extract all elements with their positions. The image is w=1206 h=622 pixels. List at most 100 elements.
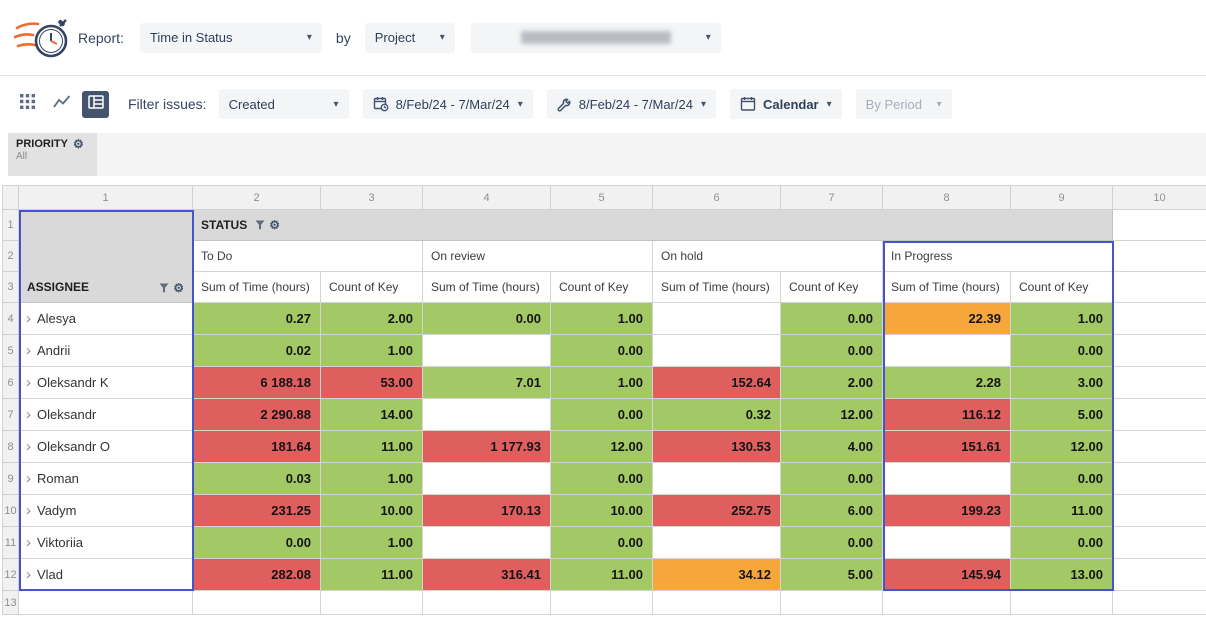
status-header[interactable]: STATUS⚙ <box>193 210 1113 241</box>
data-cell[interactable]: 2.00 <box>321 303 423 335</box>
data-cell[interactable] <box>883 335 1011 367</box>
data-cell[interactable] <box>423 335 551 367</box>
status-group-3[interactable]: On hold <box>653 241 883 272</box>
data-cell[interactable]: 0.03 <box>193 463 321 495</box>
data-cell[interactable]: 11.00 <box>321 431 423 463</box>
data-cell[interactable]: 3.00 <box>1011 367 1113 399</box>
data-cell[interactable]: 181.64 <box>193 431 321 463</box>
assignee-name[interactable]: ›Viktoriia <box>19 527 193 559</box>
data-cell[interactable]: 0.32 <box>653 399 781 431</box>
gear-icon[interactable]: ⚙ <box>269 219 280 231</box>
data-cell[interactable]: 0.00 <box>1011 527 1113 559</box>
empty-cell[interactable] <box>19 591 193 615</box>
priority-filter[interactable]: PRIORITY ⚙ All <box>8 133 97 176</box>
data-cell[interactable]: 12.00 <box>1011 431 1113 463</box>
data-cell[interactable]: 1.00 <box>551 303 653 335</box>
row-number-6[interactable]: 6 <box>3 367 19 399</box>
assignee-name[interactable]: ›Oleksandr O <box>19 431 193 463</box>
data-cell[interactable]: 2.00 <box>781 367 883 399</box>
assignee-name[interactable]: ›Andrii <box>19 335 193 367</box>
data-cell[interactable]: 151.61 <box>883 431 1011 463</box>
row-number-7[interactable]: 7 <box>3 399 19 431</box>
column-number-6[interactable]: 6 <box>653 186 781 210</box>
expand-icon[interactable]: › <box>26 535 31 550</box>
data-cell[interactable] <box>423 399 551 431</box>
data-cell[interactable]: 5.00 <box>1011 399 1113 431</box>
row-number-13[interactable]: 13 <box>3 591 19 615</box>
expand-icon[interactable]: › <box>26 567 31 582</box>
data-cell[interactable]: 1.00 <box>551 367 653 399</box>
data-cell[interactable]: 22.39 <box>883 303 1011 335</box>
data-cell[interactable]: 7.01 <box>423 367 551 399</box>
data-cell[interactable] <box>423 463 551 495</box>
data-cell[interactable]: 13.00 <box>1011 559 1113 591</box>
data-cell[interactable]: 116.12 <box>883 399 1011 431</box>
data-cell[interactable]: 34.12 <box>653 559 781 591</box>
status-group-2[interactable]: On review <box>423 241 653 272</box>
data-cell[interactable]: 316.41 <box>423 559 551 591</box>
empty-cell[interactable] <box>1113 591 1206 615</box>
data-cell[interactable]: 5.00 <box>781 559 883 591</box>
empty-cell[interactable] <box>781 591 883 615</box>
empty-cell[interactable] <box>1113 210 1206 241</box>
gear-icon[interactable]: ⚙ <box>73 138 84 150</box>
created-date-range-select[interactable]: 8/Feb/24 - 7/Mar/24 ▾ <box>363 89 533 119</box>
row-number-2[interactable]: 2 <box>3 241 19 272</box>
empty-cell[interactable] <box>653 591 781 615</box>
data-cell[interactable]: 0.00 <box>551 527 653 559</box>
column-number-4[interactable]: 4 <box>423 186 551 210</box>
data-cell[interactable]: 6 188.18 <box>193 367 321 399</box>
data-cell[interactable]: 0.00 <box>551 335 653 367</box>
data-cell[interactable] <box>653 463 781 495</box>
data-cell[interactable]: 282.08 <box>193 559 321 591</box>
empty-cell[interactable] <box>1113 527 1206 559</box>
data-cell[interactable] <box>883 463 1011 495</box>
data-cell[interactable]: 0.02 <box>193 335 321 367</box>
data-cell[interactable]: 11.00 <box>551 559 653 591</box>
data-cell[interactable]: 0.27 <box>193 303 321 335</box>
data-cell[interactable]: 10.00 <box>551 495 653 527</box>
data-cell[interactable]: 0.00 <box>781 335 883 367</box>
column-number-5[interactable]: 5 <box>551 186 653 210</box>
data-cell[interactable] <box>653 335 781 367</box>
empty-cell[interactable] <box>1113 399 1206 431</box>
status-group-1[interactable]: To Do <box>193 241 423 272</box>
data-cell[interactable]: 1.00 <box>321 335 423 367</box>
row-number-4[interactable]: 4 <box>3 303 19 335</box>
data-cell[interactable]: 0.00 <box>781 463 883 495</box>
measure-sum-label[interactable]: Sum of Time (hours) <box>883 272 1011 303</box>
measure-sum-label[interactable]: Sum of Time (hours) <box>423 272 551 303</box>
row-number-11[interactable]: 11 <box>3 527 19 559</box>
empty-cell[interactable] <box>1011 591 1113 615</box>
column-number-1[interactable]: 1 <box>19 186 193 210</box>
column-number-7[interactable]: 7 <box>781 186 883 210</box>
data-cell[interactable]: 1 177.93 <box>423 431 551 463</box>
column-number-8[interactable]: 8 <box>883 186 1011 210</box>
data-cell[interactable]: 1.00 <box>1011 303 1113 335</box>
empty-cell[interactable] <box>1113 335 1206 367</box>
measure-count-label[interactable]: Count of Key <box>551 272 653 303</box>
data-cell[interactable]: 1.00 <box>321 463 423 495</box>
empty-cell[interactable] <box>1113 431 1206 463</box>
expand-icon[interactable]: › <box>26 503 31 518</box>
data-cell[interactable]: 0.00 <box>193 527 321 559</box>
row-number-1[interactable]: 1 <box>3 210 19 241</box>
gear-icon[interactable]: ⚙ <box>173 282 184 294</box>
data-cell[interactable]: 199.23 <box>883 495 1011 527</box>
column-number-9[interactable]: 9 <box>1011 186 1113 210</box>
empty-cell[interactable] <box>551 591 653 615</box>
data-cell[interactable]: 0.00 <box>781 527 883 559</box>
column-number-10[interactable]: 10 <box>1113 186 1206 210</box>
data-cell[interactable]: 252.75 <box>653 495 781 527</box>
report-type-select[interactable]: Time in Status ▾ <box>140 23 322 53</box>
measure-count-label[interactable]: Count of Key <box>781 272 883 303</box>
assignee-name[interactable]: ›Roman <box>19 463 193 495</box>
data-cell[interactable]: 4.00 <box>781 431 883 463</box>
expand-icon[interactable]: › <box>26 471 31 486</box>
data-cell[interactable] <box>653 527 781 559</box>
data-cell[interactable]: 0.00 <box>1011 463 1113 495</box>
empty-cell[interactable] <box>1113 559 1206 591</box>
data-cell[interactable]: 170.13 <box>423 495 551 527</box>
data-cell[interactable]: 130.53 <box>653 431 781 463</box>
row-number-9[interactable]: 9 <box>3 463 19 495</box>
